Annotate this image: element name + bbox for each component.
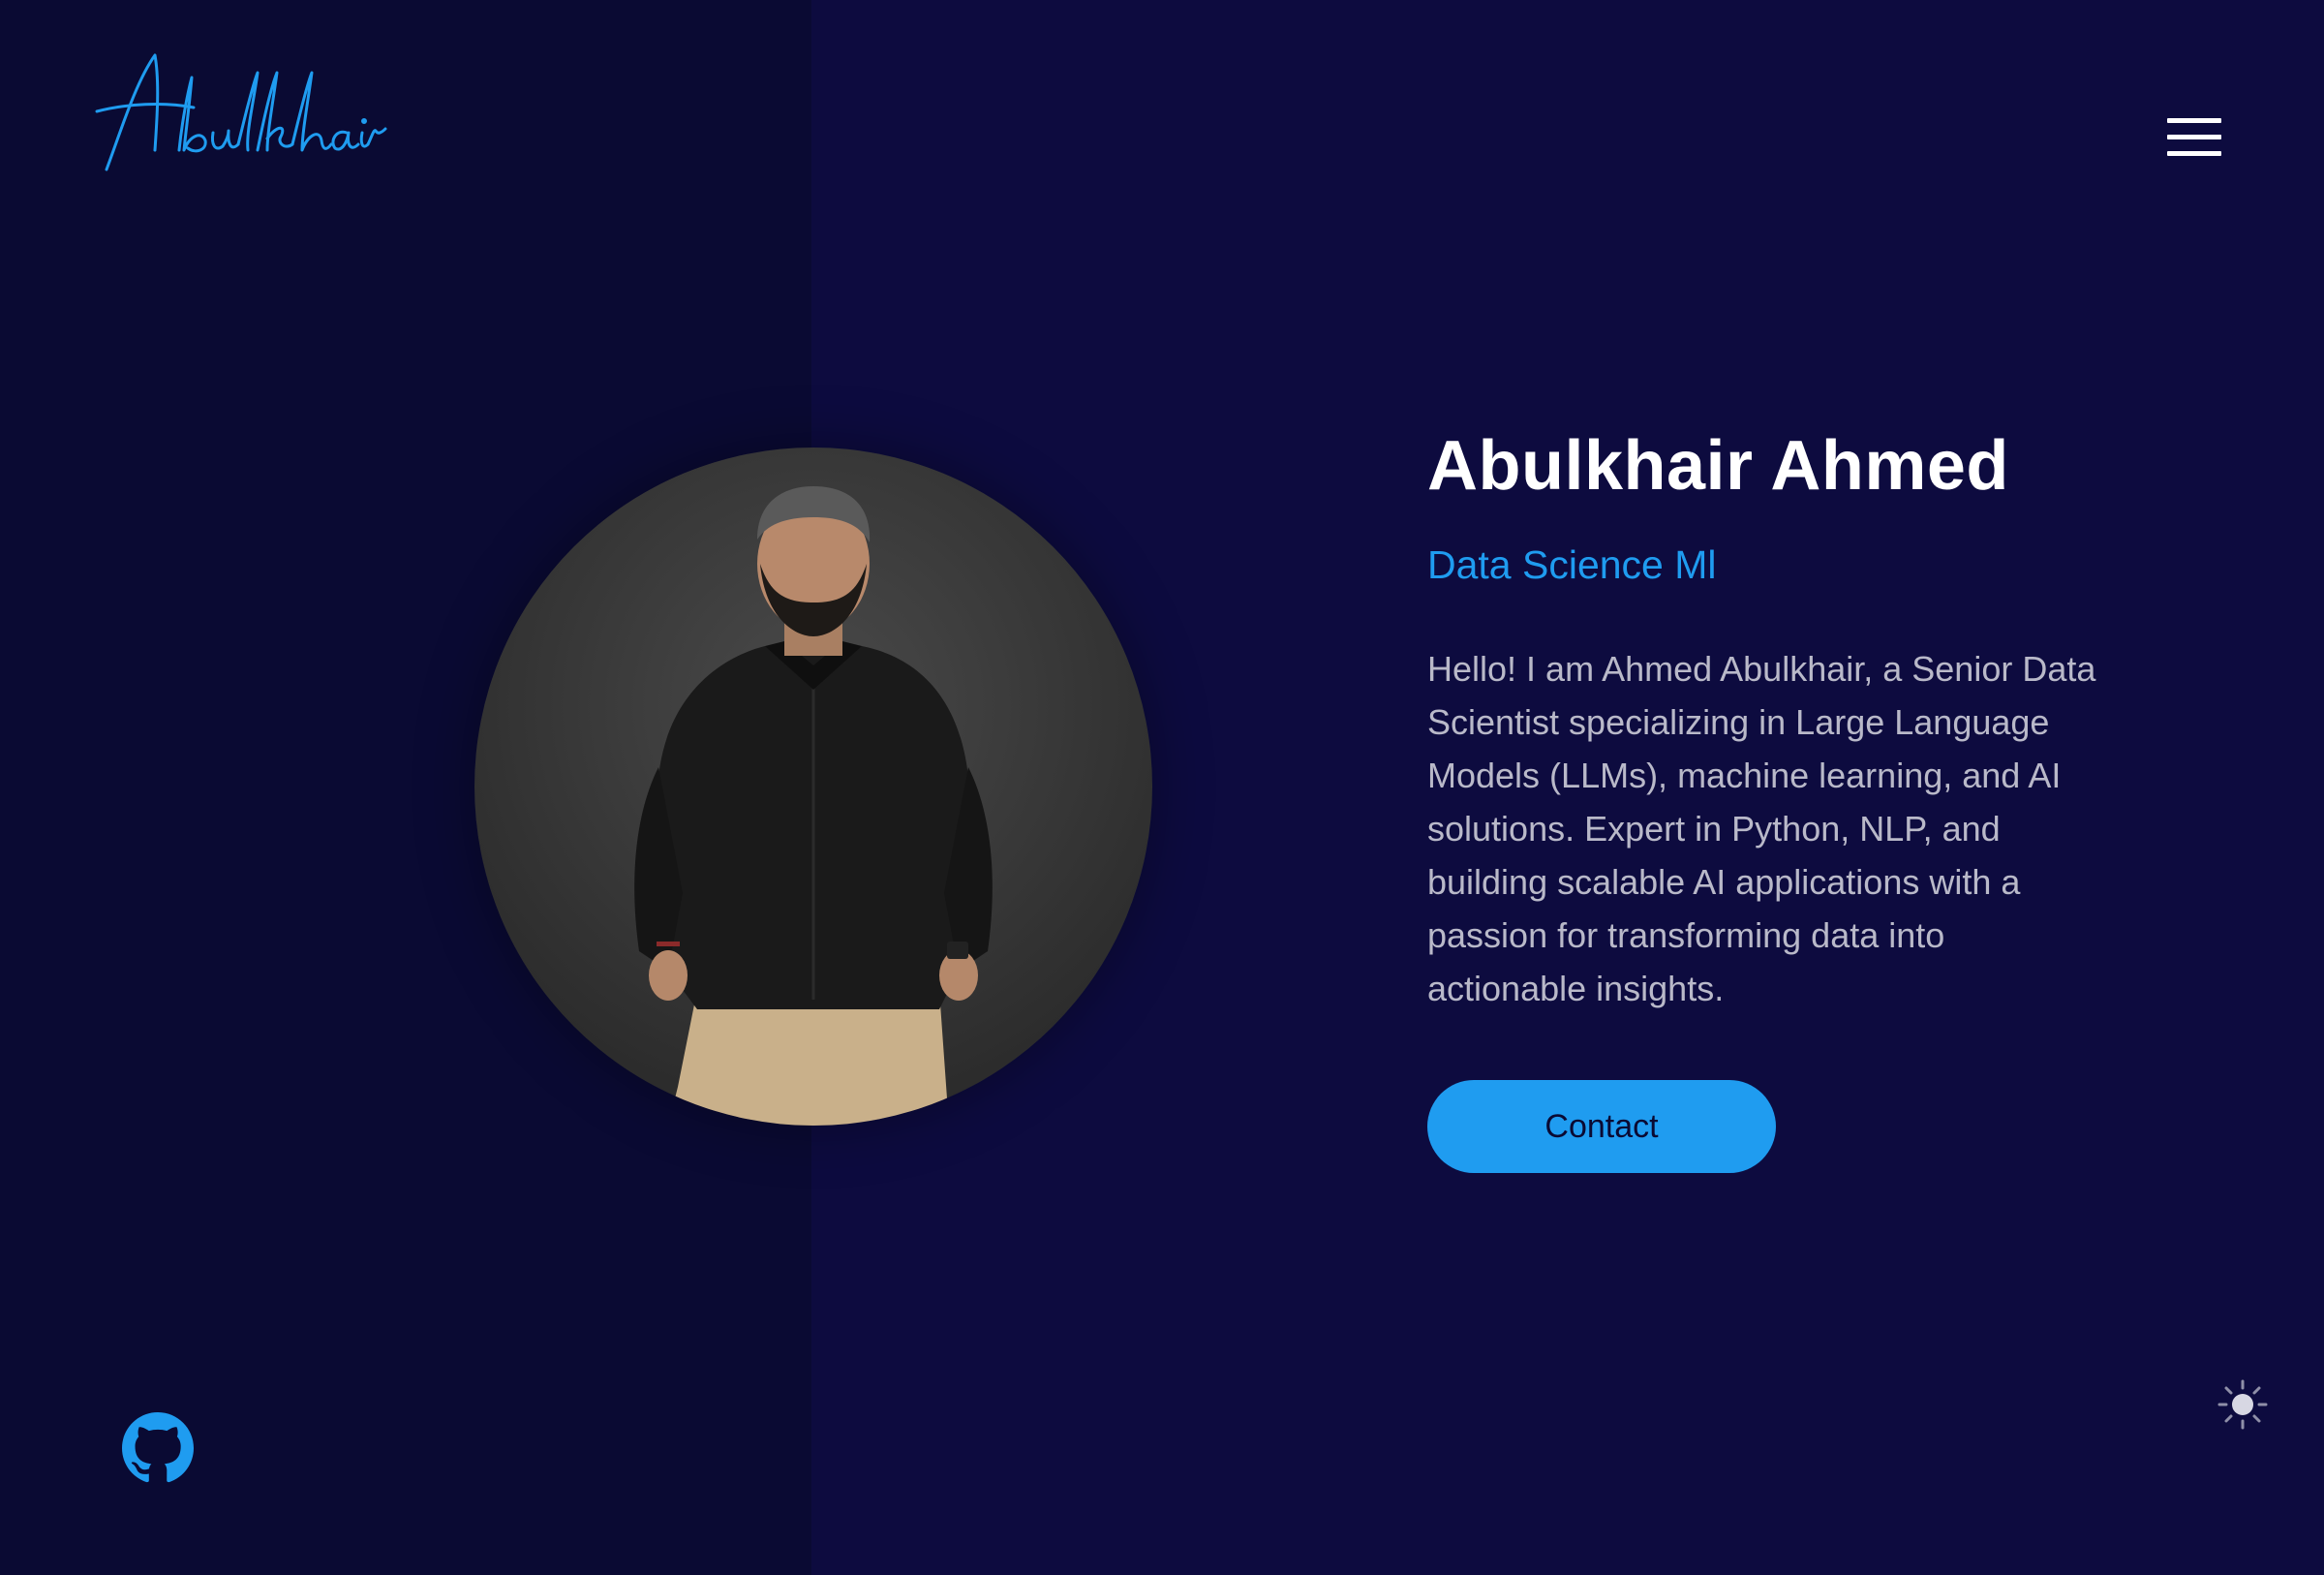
hero-role: Data Science Ml	[1427, 542, 1717, 587]
github-icon	[122, 1412, 194, 1483]
theme-toggle[interactable]	[2217, 1379, 2268, 1430]
profile-photo	[474, 448, 1152, 1126]
contact-button[interactable]: Contact	[1427, 1080, 1776, 1173]
sun-icon	[2217, 1379, 2268, 1430]
hero-name: Abulkhair Ahmed	[1427, 427, 2009, 505]
github-link[interactable]	[122, 1412, 194, 1484]
menu-button[interactable]	[2167, 118, 2223, 159]
person-portrait-image	[634, 486, 993, 1126]
hero-bio: Hello! I am Ahmed Abulkhair, a Senior Da…	[1427, 649, 2096, 1008]
site-logo[interactable]	[87, 44, 387, 179]
signature-logo	[95, 53, 387, 171]
hamburger-menu-icon	[2167, 118, 2221, 123]
